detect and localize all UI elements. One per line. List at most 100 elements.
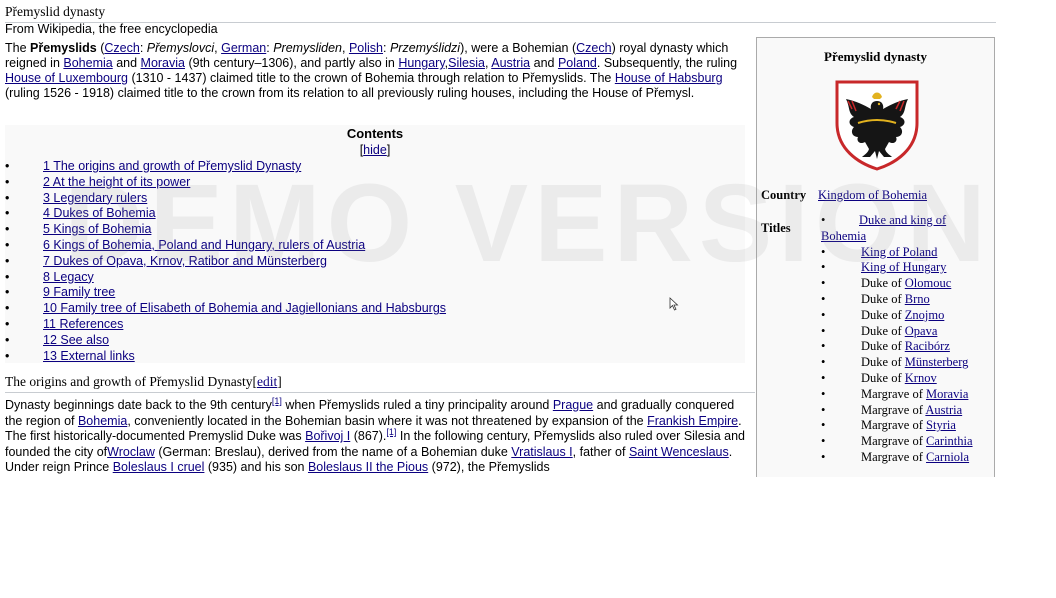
- text: ,: [341, 41, 349, 55]
- title-prefix: Margrave of: [861, 386, 927, 401]
- bullet: •: [821, 355, 826, 370]
- link-austria[interactable]: Austria: [491, 56, 530, 70]
- infobox-title-link[interactable]: Znojmo: [905, 308, 945, 322]
- infobox-title-link[interactable]: Duke and king of Bohemia: [821, 213, 946, 243]
- link-house-of-luxembourg[interactable]: House of Luxembourg: [5, 71, 128, 85]
- german-name: Premysliden: [273, 41, 342, 55]
- toc-link[interactable]: 5 Kings of Bohemia: [43, 222, 151, 236]
- link-bohemia-2[interactable]: Bohemia: [78, 414, 127, 428]
- bullet: •: [821, 291, 826, 306]
- toc-item: • 3 Legendary rulers: [5, 191, 745, 207]
- link-house-of-habsburg[interactable]: House of Habsburg: [615, 71, 723, 85]
- link-frankish-empire[interactable]: Frankish Empire: [647, 414, 738, 428]
- infobox-title-link[interactable]: Opava: [905, 324, 938, 338]
- link-boleslaus-ii[interactable]: Boleslaus II the Pious: [308, 460, 428, 474]
- toc-link[interactable]: 10 Family tree of Elisabeth of Bohemia a…: [43, 301, 446, 315]
- text: and: [530, 56, 558, 70]
- link-borivoj[interactable]: Bořivoj I: [305, 429, 350, 443]
- section-edit-link[interactable]: edit: [257, 374, 277, 389]
- title-prefix: Duke of: [861, 307, 905, 322]
- title-prefix: Margrave of: [861, 434, 927, 449]
- infobox-title-link[interactable]: Münsterberg: [905, 355, 969, 369]
- bracket: ]: [277, 374, 282, 389]
- infobox-title-link[interactable]: Carinthia: [926, 434, 973, 448]
- coat-of-arms-eagle-icon[interactable]: [834, 79, 920, 171]
- infobox-title-item: • Duke of Racibórz: [821, 339, 991, 355]
- section-paragraph: Dynasty beginnings date back to the 9th …: [5, 396, 745, 476]
- link-german[interactable]: German: [221, 41, 266, 55]
- bullet: •: [5, 222, 10, 237]
- toc-link[interactable]: 8 Legacy: [43, 270, 94, 284]
- link-prague[interactable]: Prague: [553, 398, 593, 412]
- infobox-title-link[interactable]: Austria: [925, 403, 962, 417]
- bullet: •: [821, 402, 826, 417]
- infobox-title-item: • King of Poland: [821, 245, 991, 261]
- toc-item: • 2 At the height of its power: [5, 175, 745, 191]
- link-polish[interactable]: Polish: [349, 41, 383, 55]
- toc-link[interactable]: 7 Dukes of Opava, Krnov, Ratibor and Mün…: [43, 254, 327, 268]
- infobox-title-item: • Margrave of Styria: [821, 418, 991, 434]
- infobox-title-link[interactable]: Moravia: [926, 387, 968, 401]
- bullet: •: [5, 332, 10, 347]
- infobox-title-link[interactable]: King of Poland: [861, 245, 937, 259]
- text: , conveniently located in the Bohemian b…: [127, 413, 648, 428]
- link-poland[interactable]: Poland: [558, 56, 597, 70]
- page-title: Přemyslid dynasty: [5, 4, 996, 23]
- infobox-title-item: • Duke of Opava: [821, 324, 991, 340]
- infobox-title-link[interactable]: Carniola: [926, 450, 969, 464]
- text: (German: Breslau), derived from the name…: [154, 444, 512, 459]
- intro-paragraph: The Přemyslids (Czech: Přemyslovci, Germ…: [5, 41, 745, 101]
- bullet: •: [5, 301, 10, 316]
- link-moravia[interactable]: Moravia: [141, 56, 185, 70]
- link-bohemia[interactable]: Bohemia: [63, 56, 112, 70]
- bullet: •: [5, 285, 10, 300]
- bullet: •: [821, 276, 826, 291]
- czech-name: Přemyslovci: [146, 41, 215, 55]
- toc-link[interactable]: 3 Legendary rulers: [43, 191, 147, 205]
- infobox: Přemyslid dynasty Country Kingdom of Boh…: [756, 37, 995, 477]
- toc-link[interactable]: 2 At the height of its power: [43, 175, 190, 189]
- reference-1-again[interactable]: [1]: [386, 427, 396, 437]
- text: :: [382, 41, 390, 55]
- reference-1[interactable]: [1]: [272, 396, 282, 406]
- infobox-title-link[interactable]: Brno: [905, 292, 930, 306]
- toc-item: • 11 References: [5, 317, 745, 333]
- infobox-title-item: • Duke of Münsterberg: [821, 355, 991, 371]
- toc-link[interactable]: 12 See also: [43, 333, 109, 347]
- tagline: From Wikipedia, the free encyclopedia: [5, 22, 218, 36]
- infobox-title-link[interactable]: Olomouc: [905, 276, 952, 290]
- bullet: •: [821, 370, 826, 385]
- toc-hide-link[interactable]: hide: [363, 143, 387, 157]
- toc-link[interactable]: 4 Dukes of Bohemia: [43, 206, 156, 220]
- title-prefix: Margrave of: [861, 402, 926, 417]
- link-vratislaus[interactable]: Vratislaus I: [511, 445, 572, 459]
- infobox-title-link[interactable]: King of Hungary: [861, 260, 946, 274]
- link-wroclaw[interactable]: Wroclaw: [107, 445, 155, 459]
- infobox-title-link[interactable]: Styria: [926, 418, 956, 432]
- toc-link[interactable]: 9 Family tree: [43, 285, 115, 299]
- bullet: •: [821, 244, 826, 259]
- infobox-country-link[interactable]: Kingdom of Bohemia: [818, 188, 927, 203]
- text: ), were a Bohemian (: [460, 41, 577, 55]
- toc-link[interactable]: 11 References: [43, 317, 123, 331]
- title-prefix: Duke of: [861, 370, 905, 385]
- infobox-country-label: Country: [761, 188, 807, 202]
- toc-link[interactable]: 6 Kings of Bohemia, Poland and Hungary, …: [43, 238, 365, 252]
- toc-link[interactable]: 1 The origins and growth of Přemyslid Dy…: [43, 159, 301, 173]
- infobox-title-link[interactable]: Racibórz: [905, 339, 950, 353]
- infobox-title-link[interactable]: Krnov: [905, 371, 937, 385]
- text: (935) and his son: [204, 460, 308, 474]
- link-czech-2[interactable]: Czech: [576, 41, 611, 55]
- link-czech[interactable]: Czech: [104, 41, 139, 55]
- bullet: •: [821, 386, 826, 401]
- toc-link[interactable]: 13 External links: [43, 349, 135, 363]
- link-saint-wenceslaus[interactable]: Saint Wenceslaus: [629, 445, 729, 459]
- link-hungary[interactable]: Hungary: [398, 56, 444, 70]
- bullet: •: [5, 190, 10, 205]
- bullet: •: [821, 339, 826, 354]
- link-silesia[interactable]: Silesia: [448, 56, 485, 70]
- title-prefix: Duke of: [861, 276, 905, 291]
- infobox-title-item: • Duke and king of Bohemia: [821, 213, 981, 245]
- link-boleslaus-i[interactable]: Boleslaus I cruel: [113, 460, 205, 474]
- title-prefix: Margrave of: [861, 418, 927, 433]
